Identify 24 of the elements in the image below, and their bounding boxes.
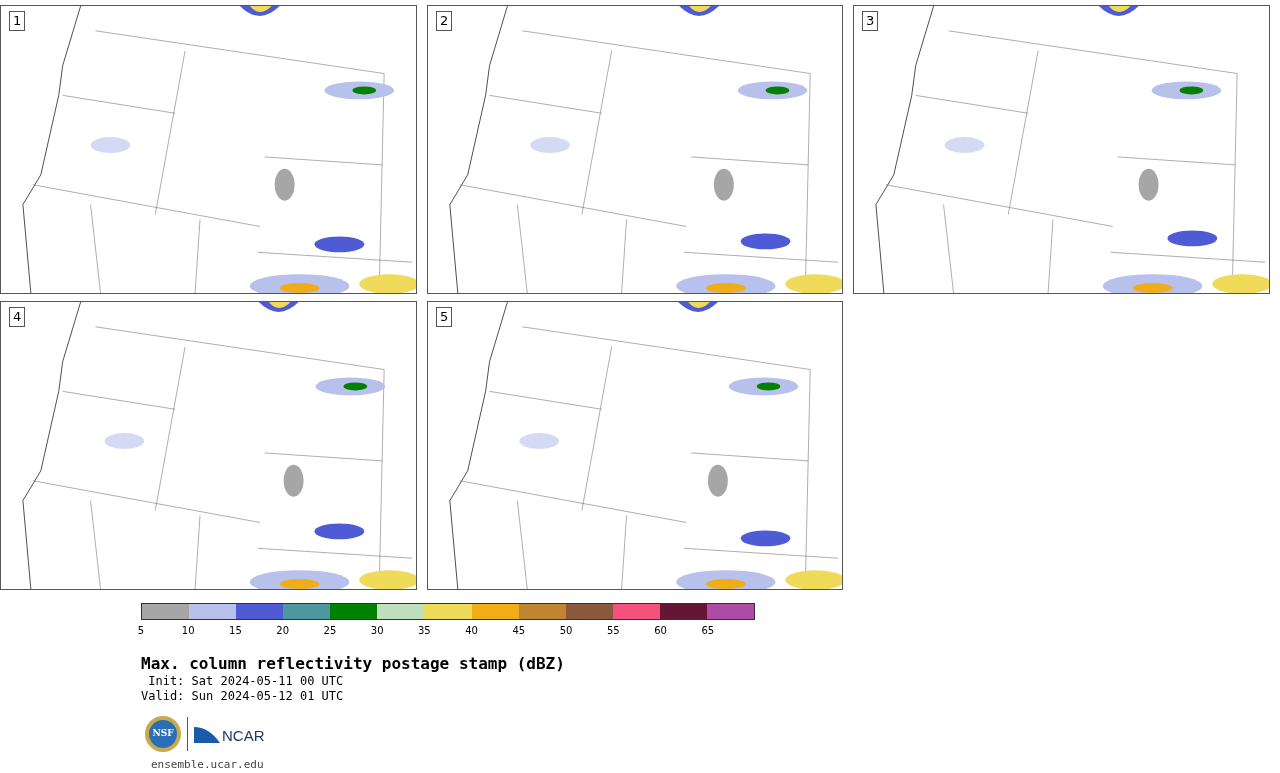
init-time: Init: Sat 2024-05-11 00 UTC (147, 674, 345, 689)
tick-label: 45 (512, 626, 526, 636)
panel-number: 1 (9, 11, 26, 31)
tick-label: 10 (181, 626, 195, 636)
tick-label: 5 (137, 626, 145, 636)
tick-label: 55 (606, 626, 620, 636)
nsf-logo: NSF (145, 716, 181, 752)
ncar-logo: NCAR (194, 725, 265, 743)
tick-label: 15 (229, 626, 242, 636)
tick-label: 50 (559, 626, 573, 636)
site-url: ensemble.ucar.edu (151, 758, 265, 771)
chart-title: Max. column reflectivity postage stamp (dBZ) (141, 654, 566, 674)
tick-label: 60 (654, 626, 667, 636)
tick-label: 40 (465, 626, 478, 636)
valid-time: Valid: Sun 2024-05-12 01 UTC (141, 689, 345, 704)
panel-number: 5 (436, 307, 453, 327)
tick-label: 20 (276, 626, 290, 636)
tick-label: 30 (370, 626, 384, 636)
tick-label: 35 (418, 626, 431, 636)
panel-number: 3 (862, 11, 879, 31)
tick-label: 65 (701, 626, 715, 636)
tick-label: 25 (323, 626, 337, 636)
panel-number: 4 (9, 307, 26, 327)
panel-number: 2 (436, 11, 453, 31)
